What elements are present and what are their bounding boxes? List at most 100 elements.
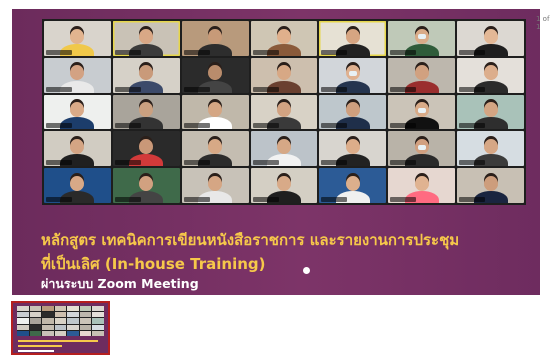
participant-name-tag — [183, 160, 210, 166]
participant-video-tile[interactable] — [250, 131, 318, 167]
thumbnail-tile — [79, 324, 92, 330]
participant-face — [208, 139, 223, 155]
participant-face — [276, 139, 291, 155]
participant-video-tile[interactable] — [319, 131, 387, 167]
participant-face — [70, 28, 85, 44]
thumbnail-tile — [67, 330, 79, 336]
slide-thumbnail[interactable] — [11, 301, 110, 355]
thumbnail-tile — [54, 306, 67, 312]
participant-name-tag — [390, 160, 417, 166]
thumbnail-tile — [54, 324, 67, 330]
participant-face — [70, 102, 85, 118]
participant-face — [276, 175, 291, 191]
participant-face — [70, 175, 85, 191]
participant-video-tile[interactable] — [457, 94, 524, 130]
thumbnail-title-line — [18, 345, 62, 347]
participant-face — [208, 28, 223, 44]
participant-face — [483, 28, 498, 44]
participant-video-tile[interactable] — [112, 131, 180, 167]
course-title-line-1: หลักสูตร เทคนิคการเขียนหนังสือราชการ และ… — [41, 231, 460, 249]
participant-face — [276, 65, 291, 81]
participant-name-tag — [390, 123, 417, 129]
participant-video-tile[interactable] — [388, 94, 456, 130]
participant-face — [483, 65, 498, 81]
thumbnail-gallery — [17, 306, 104, 336]
participant-video-tile[interactable] — [457, 168, 524, 203]
participant-name-tag — [390, 196, 417, 202]
participant-name-tag — [114, 123, 141, 129]
participant-face — [414, 175, 429, 191]
participant-video-tile[interactable] — [457, 131, 524, 167]
thumbnail-tile — [54, 330, 67, 336]
participant-video-tile[interactable] — [250, 168, 318, 203]
participant-face — [70, 65, 85, 81]
participant-video-tile[interactable] — [44, 94, 111, 130]
participant-face — [208, 175, 223, 191]
participant-name-tag — [252, 123, 279, 129]
participant-video-tile[interactable] — [388, 57, 456, 93]
thumbnail-tile — [79, 330, 92, 336]
participant-face — [208, 102, 223, 118]
face-mask — [348, 71, 357, 77]
thumbnail-subtitle-line — [18, 350, 54, 352]
thumbnail-tile — [92, 306, 104, 312]
participant-video-tile[interactable] — [112, 168, 180, 203]
thumbnail-tile — [67, 324, 79, 330]
participant-name-tag — [252, 160, 279, 166]
participant-name-tag — [46, 196, 72, 202]
face-mask — [417, 34, 426, 40]
participant-face — [483, 139, 498, 155]
participant-video-tile[interactable] — [44, 168, 111, 203]
thumbnail-tile — [17, 306, 29, 312]
zoom-gallery-view — [42, 19, 526, 205]
thumbnail-tile — [29, 318, 42, 324]
participant-video-tile[interactable] — [388, 168, 456, 203]
participant-name-tag — [321, 49, 348, 55]
thumbnail-tile — [29, 306, 42, 312]
thumbnail-tile — [54, 318, 67, 324]
participant-name-tag — [114, 196, 141, 202]
participant-video-tile[interactable] — [388, 21, 456, 56]
participant-name-tag — [321, 160, 348, 166]
participant-video-tile[interactable] — [181, 94, 249, 130]
participant-face — [345, 102, 360, 118]
participant-name-tag — [114, 86, 141, 92]
participant-face — [414, 65, 429, 81]
participant-name-tag — [459, 196, 486, 202]
participant-video-tile[interactable] — [319, 57, 387, 93]
participant-video-tile[interactable] — [112, 57, 180, 93]
participant-video-tile[interactable] — [319, 21, 387, 56]
participant-video-tile[interactable] — [112, 21, 180, 56]
thumbnail-tile — [17, 318, 29, 324]
thumbnail-tile — [42, 318, 54, 324]
participant-video-tile[interactable] — [44, 131, 111, 167]
participant-name-tag — [183, 86, 210, 92]
slide-indicator-dot[interactable] — [303, 267, 310, 274]
participant-video-tile[interactable] — [181, 57, 249, 93]
participant-video-tile[interactable] — [250, 94, 318, 130]
participant-video-tile[interactable] — [250, 57, 318, 93]
participant-face — [139, 102, 154, 118]
participant-video-tile[interactable] — [181, 21, 249, 56]
participant-face — [345, 175, 360, 191]
thumbnail-tile — [92, 312, 104, 318]
participant-video-tile[interactable] — [250, 21, 318, 56]
participant-video-tile[interactable] — [181, 131, 249, 167]
participant-name-tag — [321, 123, 348, 129]
training-slide: หลักสูตร เทคนิคการเขียนหนังสือราชการ และ… — [12, 9, 540, 295]
participant-name-tag — [252, 49, 279, 55]
page-counter: 1 of 1 — [536, 15, 550, 31]
participant-video-tile[interactable] — [181, 168, 249, 203]
participant-video-tile[interactable] — [112, 94, 180, 130]
participant-video-tile[interactable] — [388, 131, 456, 167]
participant-name-tag — [46, 160, 72, 166]
participant-video-tile[interactable] — [319, 94, 387, 130]
participant-video-tile[interactable] — [44, 21, 111, 56]
thumbnail-tile — [92, 330, 104, 336]
participant-name-tag — [321, 86, 348, 92]
participant-video-tile[interactable] — [319, 168, 387, 203]
participant-video-tile[interactable] — [457, 21, 524, 56]
participant-face — [483, 175, 498, 191]
participant-video-tile[interactable] — [457, 57, 524, 93]
participant-video-tile[interactable] — [44, 57, 111, 93]
